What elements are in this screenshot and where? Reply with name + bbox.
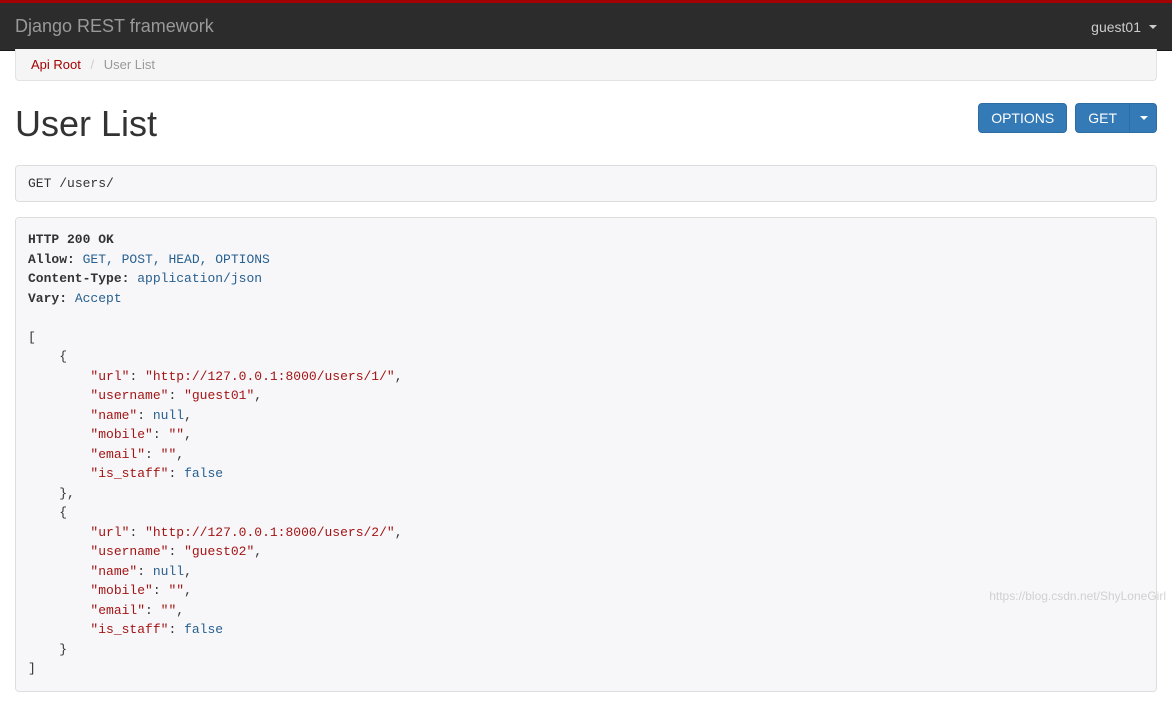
get-button[interactable]: GET (1075, 103, 1129, 133)
user-label: guest01 (1091, 19, 1141, 35)
caret-down-icon (1140, 116, 1148, 120)
get-button-group: GET (1075, 103, 1157, 133)
page-header: User List OPTIONS GET (15, 103, 1157, 145)
breadcrumb: Api Root / User List (15, 49, 1157, 81)
request-panel: GET /users/ (15, 165, 1157, 202)
get-dropdown-button[interactable] (1129, 103, 1157, 133)
options-button[interactable]: OPTIONS (978, 103, 1067, 133)
response-body: HTTP 200 OK Allow: GET, POST, HEAD, OPTI… (28, 230, 1144, 679)
breadcrumb-separator: / (91, 57, 95, 72)
user-menu[interactable]: guest01 (1091, 19, 1157, 35)
page-title: User List (15, 103, 157, 145)
breadcrumb-root[interactable]: Api Root (31, 57, 81, 72)
breadcrumb-current: User List (104, 57, 155, 72)
response-panel: HTTP 200 OK Allow: GET, POST, HEAD, OPTI… (15, 217, 1157, 692)
brand-link[interactable]: Django REST framework (15, 16, 214, 37)
navbar: Django REST framework guest01 (0, 3, 1172, 51)
request-path: /users/ (59, 176, 114, 191)
caret-down-icon (1149, 25, 1157, 29)
main-container: Api Root / User List User List OPTIONS G… (0, 51, 1172, 722)
action-buttons: OPTIONS GET (978, 103, 1157, 133)
request-line: GET /users/ (16, 166, 1156, 201)
request-method: GET (28, 176, 51, 191)
